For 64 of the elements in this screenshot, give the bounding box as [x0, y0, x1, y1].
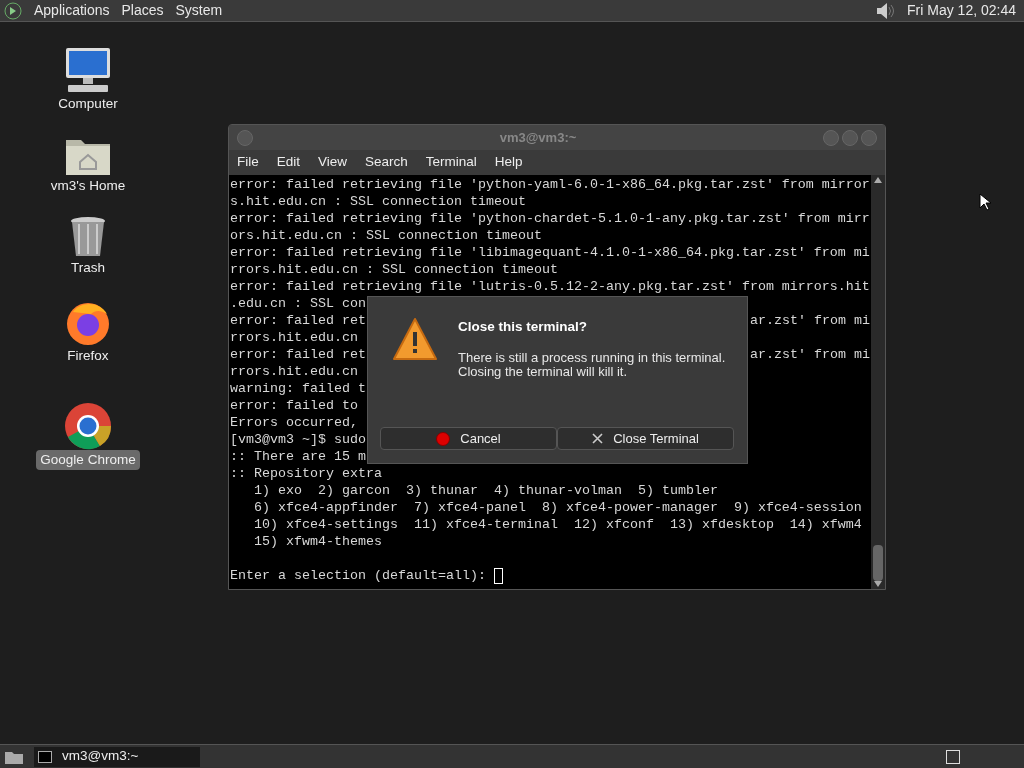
terminal-line: :: Repository extra	[230, 465, 382, 482]
desktop-icon-label[interactable]: Computer	[54, 93, 122, 114]
mouse-pointer-icon	[979, 193, 991, 211]
terminal-line: :: There are 15 m	[230, 448, 366, 465]
menu-item[interactable]: View	[318, 152, 348, 173]
terminal-line: warning: failed t	[230, 380, 366, 397]
terminal-line: 10) xfce4-settings 11) xfce4-terminal 12) xfconf 13) xfdesktop 14) xfwm4	[253, 516, 862, 533]
terminal-line: [vm3@vm3 ~]$ sudo	[230, 431, 366, 448]
desktop-icon-label[interactable]: Trash	[67, 257, 109, 278]
terminal-line: s.hit.edu.cn : SSL connection timeout	[230, 193, 526, 210]
terminal-line: error: failed retrieving file 'libimagequant-4.1.0-1-x86_64.pkg.tar.zst' from mi	[230, 244, 870, 261]
terminal-line: ors.hit.edu.cn : SSL connection timeout	[230, 227, 542, 244]
trash-icon	[69, 215, 107, 258]
terminal-line: Errors occurred,	[230, 414, 358, 431]
scrollbar[interactable]	[871, 175, 885, 589]
scroll-thumb[interactable]	[873, 545, 883, 581]
warning-icon	[392, 317, 438, 361]
panel-menu[interactable]: System	[175, 0, 223, 21]
close-button[interactable]	[861, 129, 877, 146]
menu-item[interactable]: Help	[494, 152, 523, 173]
desktop-icon-label[interactable]: Google Chrome	[36, 449, 140, 470]
panel-menu[interactable]: Places	[121, 0, 164, 21]
desktop-icon-label[interactable]: Firefox	[63, 345, 113, 366]
volume-icon[interactable]	[875, 1, 896, 20]
terminal-line: error: failed retrieving file 'python-chardet-5.1.0-1-any.pkg.tar.zst' from mirr	[230, 210, 870, 227]
taskbar-button[interactable]: vm3@vm3:~	[34, 746, 200, 767]
stop-icon	[436, 431, 451, 446]
maximize-button[interactable]	[842, 129, 858, 146]
terminal-line: rrors.hit.edu.cn : SSL connection timeout	[230, 261, 558, 278]
terminal-line: error: failed retrieving file 'lutris-0.5.12-2-any.pkg.tar.zst' from mirrors.hit	[230, 278, 870, 295]
terminal-line: error: failed ret	[230, 312, 366, 329]
window-title: vm3@vm3:~	[498, 128, 578, 147]
scroll-up-icon[interactable]	[874, 177, 882, 183]
menu-item[interactable]: Search	[365, 152, 408, 173]
menu-item[interactable]: Terminal	[425, 152, 477, 173]
terminal-icon	[38, 750, 52, 763]
menu-item[interactable]: File	[237, 152, 259, 173]
terminal-line: 1) exo 2) garcon 3) thunar 4) thunar-volman 5) tumbler	[253, 482, 718, 499]
minimize-button[interactable]	[823, 129, 839, 146]
clock[interactable]: Fri May 12, 02:44	[907, 0, 1020, 21]
computer-icon	[63, 45, 113, 94]
menu-item[interactable]: Edit	[276, 152, 301, 173]
close-icon	[592, 433, 604, 444]
terminal-line: rrors.hit.edu.cn	[230, 329, 358, 346]
terminal-line: rrors.hit.edu.cn	[230, 363, 358, 380]
dialog-button[interactable]: Close Terminal	[557, 427, 734, 450]
terminal-line: ar.zst' from mi	[750, 346, 870, 363]
terminal-line: error: failed retrieving file 'python-yaml-6.0-1-x86_64.pkg.tar.zst' from mirror	[230, 176, 870, 193]
terminal-line: Enter a selection (default=all):	[230, 567, 487, 584]
workspace-icon[interactable]	[946, 749, 960, 764]
terminal-line: error: failed to	[230, 397, 358, 414]
terminal-line: .edu.cn : SSL con	[230, 295, 366, 312]
dialog-message: There is still a process running in this terminal. Closing the terminal will kill it.	[458, 351, 726, 380]
panel-menu[interactable]: Applications	[34, 0, 110, 21]
chrome-logo-icon	[64, 401, 112, 450]
terminal-line: 6) xfce4-appfinder 7) xfce4-panel 8) xfce4-power-manager 9) xfce4-session	[253, 499, 862, 516]
terminal-line: error: failed ret	[230, 346, 366, 363]
window-menu-button[interactable]	[237, 129, 253, 146]
menu-logo-icon	[4, 1, 22, 20]
dialog-button[interactable]: Cancel	[380, 427, 557, 450]
terminal-line: 15) xfwm4-themes	[253, 533, 382, 550]
dialog-title: Close this terminal?	[458, 318, 589, 336]
terminal-line: ar.zst' from mi	[750, 312, 870, 329]
desktop-icon-label[interactable]: vm3's Home	[46, 175, 130, 196]
